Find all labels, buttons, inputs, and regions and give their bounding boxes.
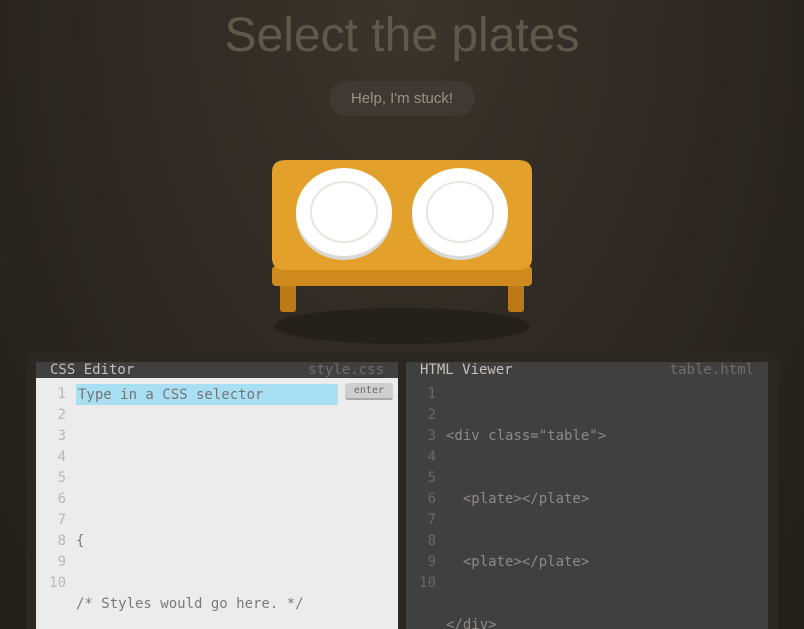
page-title: Select the plates bbox=[225, 8, 580, 63]
html-viewer-body: 1 2 3 4 5 6 7 8 9 10 <div class="table">… bbox=[406, 378, 768, 629]
plate-icon[interactable] bbox=[412, 168, 508, 260]
css-editor-pane: CSS Editor style.css 1 2 3 4 5 6 7 8 9 1… bbox=[36, 362, 406, 629]
table-illustration bbox=[262, 154, 542, 354]
plate-icon[interactable] bbox=[296, 168, 392, 260]
enter-button[interactable]: enter bbox=[345, 383, 393, 400]
editor-container: CSS Editor style.css 1 2 3 4 5 6 7 8 9 1… bbox=[26, 352, 778, 629]
css-editor-body[interactable]: 1 2 3 4 5 6 7 8 9 10 enter { /* Styles bbox=[36, 378, 398, 629]
selector-input[interactable] bbox=[76, 384, 338, 405]
css-editor-filename: style.css bbox=[308, 362, 384, 378]
help-button[interactable]: Help, I'm stuck! bbox=[329, 81, 475, 116]
html-line-numbers: 1 2 3 4 5 6 7 8 9 10 bbox=[406, 378, 444, 629]
css-line-numbers: 1 2 3 4 5 6 7 8 9 10 bbox=[36, 378, 74, 629]
css-code[interactable]: enter { /* Styles would go here. */ } /*… bbox=[74, 378, 398, 629]
html-viewer-pane: HTML Viewer table.html 1 2 3 4 5 6 7 8 9… bbox=[406, 362, 768, 629]
html-viewer-filename: table.html bbox=[670, 362, 754, 378]
css-editor-header: CSS Editor style.css bbox=[36, 362, 398, 378]
html-code: <div class="table"> <plate></plate> <pla… bbox=[444, 378, 768, 629]
css-editor-label: CSS Editor bbox=[50, 362, 134, 378]
game-table bbox=[262, 154, 542, 354]
html-viewer-label: HTML Viewer bbox=[420, 362, 513, 378]
html-viewer-header: HTML Viewer table.html bbox=[406, 362, 768, 378]
